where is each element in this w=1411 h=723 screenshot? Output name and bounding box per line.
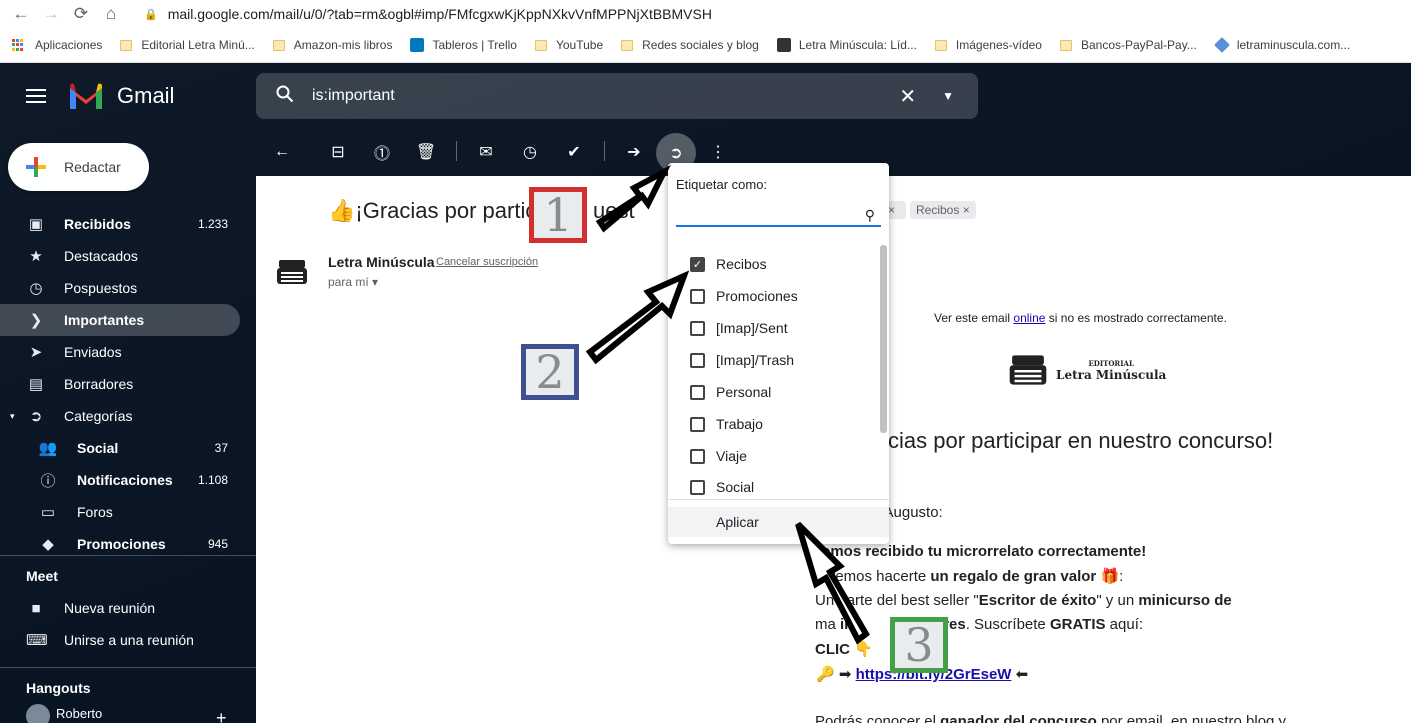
screenshot-root: ← → ⟳ ⌂ 🔒 mail.google.com/mail/u/0/?tab=…	[0, 0, 1411, 723]
annotation-arrow-1	[595, 164, 671, 233]
annotation-arrows	[585, 164, 870, 645]
annotation-arrow-2	[585, 270, 690, 365]
annotation-arrow-3	[795, 521, 870, 645]
